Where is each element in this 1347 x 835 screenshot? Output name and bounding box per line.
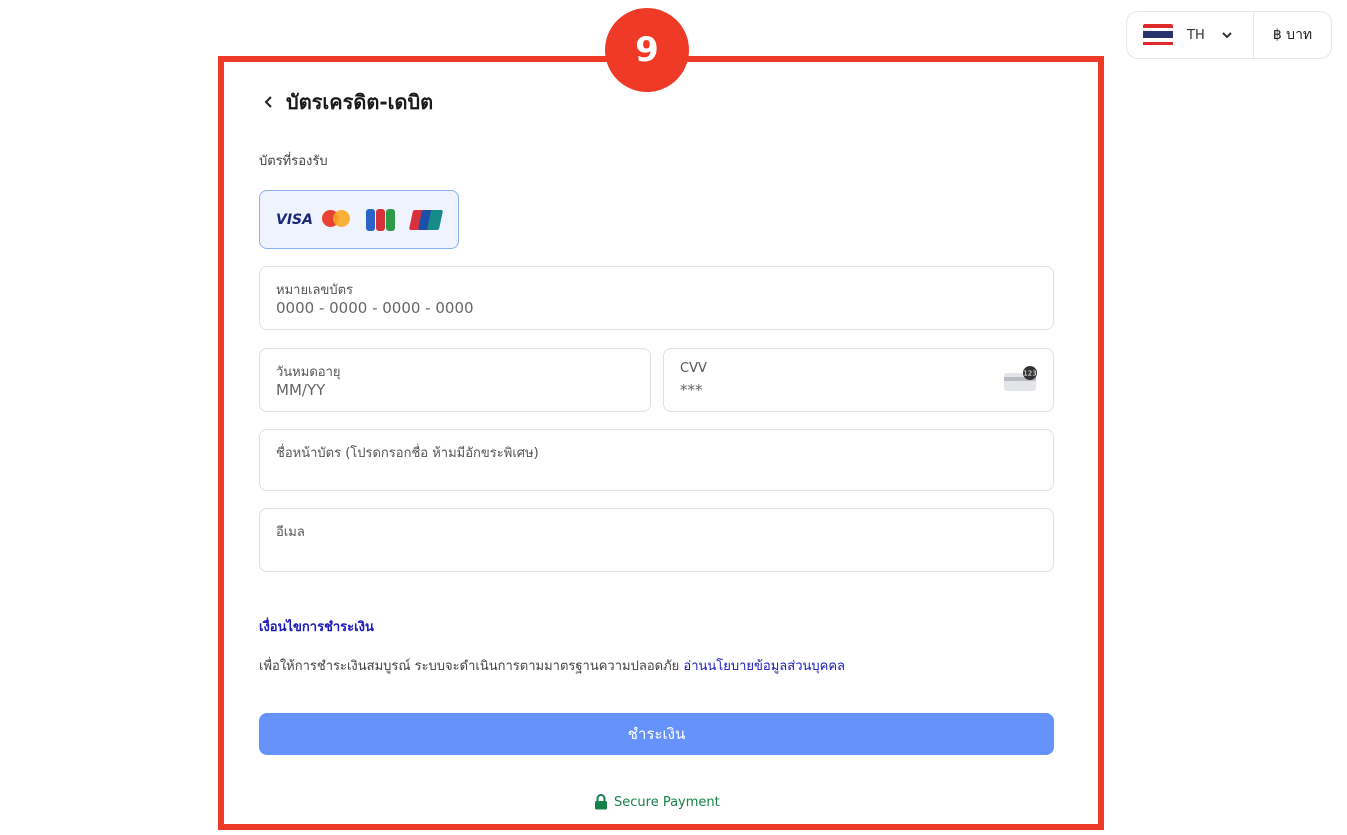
supported-cards-box: VISA [259,190,459,249]
currency-selector[interactable]: ฿ บาท [1254,24,1331,46]
pay-button[interactable]: ชำระเงิน [259,713,1054,755]
card-number-placeholder: 0000 - 0000 - 0000 - 0000 [276,299,474,317]
page-header: บัตรเครดิต-เดบิต [262,86,433,118]
card-cvv-icon: 123 [1004,366,1037,391]
visa-logo: VISA [276,211,313,228]
language-dropdown[interactable]: TH [1127,12,1253,58]
payment-terms-text: เพื่อให้การชำระเงินสมบูรณ์ ระบบจะดำเนินก… [259,655,845,676]
svg-text:123: 123 [1023,370,1036,378]
step-number-badge: 9 [605,8,689,92]
chevron-left-icon[interactable] [262,95,276,109]
expiry-date-label: วันหมดอายุ [276,365,341,380]
jcb-logo [366,208,395,231]
unionpay-logo [408,209,444,230]
mastercard-logo [322,208,352,232]
terms-description: เพื่อให้การชำระเงินสมบูรณ์ ระบบจะดำเนินก… [259,659,684,674]
privacy-policy-link[interactable]: อ่านนโยบายข้อมูลส่วนบุคคล [683,659,845,674]
cardholder-name-field[interactable]: ชื่อหน้าบัตร (โปรดกรอกชื่อ ห้ามมีอักขระพ… [259,429,1054,491]
cvv-field[interactable]: CVV *** 123 [663,348,1054,412]
secure-payment-label: Secure Payment [614,794,720,810]
payment-terms-link[interactable]: เงื่อนไขการชำระเงิน [259,616,374,637]
lock-icon [595,794,607,810]
chevron-down-icon [1222,32,1232,39]
cvv-placeholder: *** [680,381,703,399]
email-label: อีเมล [276,525,305,540]
card-number-label: หมายเลขบัตร [276,283,354,298]
locale-selector: TH ฿ บาท [1126,11,1332,59]
expiry-date-placeholder: MM/YY [276,381,326,399]
page-title: บัตรเครดิต-เดบิต [286,90,434,114]
supported-cards-label: บัตรที่รองรับ [259,154,328,169]
cardholder-name-label: ชื่อหน้าบัตร (โปรดกรอกชื่อ ห้ามมีอักขระพ… [276,446,539,461]
cvv-label: CVV [680,361,707,376]
thailand-flag-icon [1143,24,1173,46]
card-number-field[interactable]: หมายเลขบัตร 0000 - 0000 - 0000 - 0000 [259,266,1054,330]
email-field[interactable]: อีเมล [259,508,1054,572]
expiry-date-field[interactable]: วันหมดอายุ MM/YY [259,348,651,412]
secure-payment-badge: Secure Payment [594,794,720,810]
language-code: TH [1187,27,1205,43]
